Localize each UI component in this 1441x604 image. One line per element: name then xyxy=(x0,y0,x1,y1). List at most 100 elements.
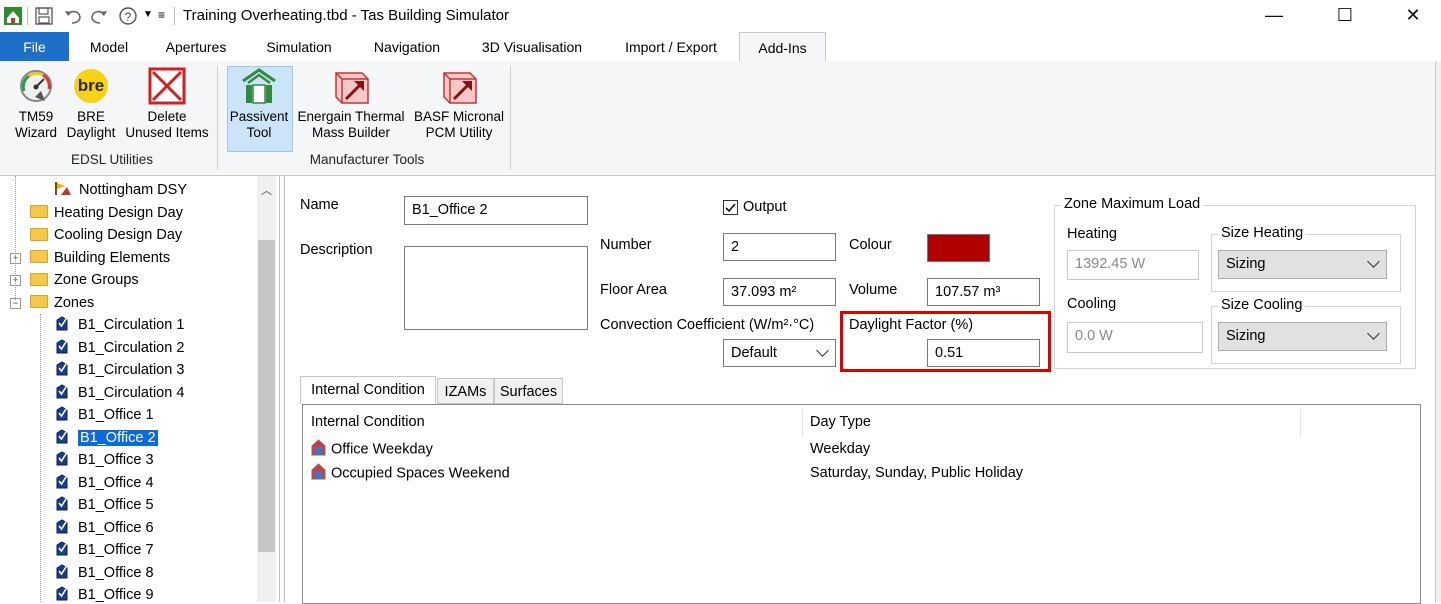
colour-label: Colour xyxy=(849,237,892,253)
tab-add-ins[interactable]: Add-Ins xyxy=(739,32,826,62)
zone-icon xyxy=(56,406,68,421)
size-cooling-label: Size Cooling xyxy=(1218,297,1306,313)
tree-item[interactable]: B1_Circulation 4 xyxy=(55,382,184,404)
output-checkbox[interactable] xyxy=(723,200,738,215)
volume-label: Volume xyxy=(849,282,898,298)
tree-item[interactable]: Nottingham DSY xyxy=(53,179,187,201)
column-header-internal-condition[interactable]: Internal Condition xyxy=(311,414,425,430)
volume-value: 107.57 m³ xyxy=(927,278,1040,306)
tree-item[interactable]: B1_Office 1 xyxy=(55,404,154,426)
tab-import-export[interactable]: Import / Export xyxy=(612,32,730,61)
close-button[interactable]: ✕ xyxy=(1390,0,1436,32)
zone-icon xyxy=(56,586,68,601)
passivent-tool-button[interactable]: Passivent Tool xyxy=(227,67,291,141)
tree-item[interactable]: Heating Design Day xyxy=(30,202,183,224)
building-tree[interactable]: Nottingham DSY Heating Design Day Cooling … xyxy=(0,176,280,602)
bre-daylight-button[interactable]: bre BRE Daylight xyxy=(62,67,120,141)
tree-item[interactable]: Zone Groups xyxy=(30,269,139,291)
tree-item[interactable]: B1_Office 6 xyxy=(55,517,154,539)
name-input[interactable]: B1_Office 2 xyxy=(404,196,588,225)
tree-scroll-thumb[interactable] xyxy=(258,240,275,552)
size-cooling-select[interactable]: Sizing xyxy=(1218,322,1387,351)
tree-item-label: B1_Circulation 2 xyxy=(78,339,185,356)
tab-navigation[interactable]: Navigation xyxy=(362,32,452,61)
tree-item-label: B1_Circulation 3 xyxy=(78,362,185,378)
bre-line1: BRE xyxy=(77,109,105,124)
zone-icon xyxy=(56,564,68,579)
tab-file[interactable]: File xyxy=(0,32,69,61)
tree-item[interactable]: B1_Office 9 xyxy=(55,584,154,602)
number-label: Number xyxy=(600,237,652,253)
delete-unused-items-button[interactable]: Delete Unused Items xyxy=(120,67,214,141)
convection-coefficient-select[interactable]: Default xyxy=(723,339,836,367)
tree-item[interactable]: B1_Office 8 xyxy=(55,562,154,584)
description-textarea[interactable] xyxy=(404,246,588,330)
tree-item[interactable]: B1_Circulation 3 xyxy=(55,359,184,381)
colour-swatch[interactable] xyxy=(927,234,990,262)
cooling-value: 0.0 W xyxy=(1067,322,1203,353)
energain-thermal-mass-builder-button[interactable]: Energain Thermal Mass Builder xyxy=(292,67,410,141)
gauge-icon xyxy=(20,70,52,102)
tree-item-label: Nottingham DSY xyxy=(79,182,187,198)
daylight-factor-input[interactable]: 0.51 xyxy=(927,339,1040,367)
svg-text:?: ? xyxy=(125,10,132,24)
title-bar: ? ▼ ≡ Training Overheating.tbd - Tas Bui… xyxy=(0,0,1441,32)
convection-value: Default xyxy=(731,345,777,361)
tab-internal-condition[interactable]: Internal Condition xyxy=(300,376,436,404)
tree-item[interactable]: B1_Office 7 xyxy=(55,539,154,561)
size-heating-select[interactable]: Sizing xyxy=(1218,250,1387,279)
tree-item[interactable]: B1_Office 3 xyxy=(55,449,154,471)
tree-item-label: B1_Circulation 4 xyxy=(78,384,185,401)
tree-item[interactable]: B1_Office 2 xyxy=(55,427,158,449)
tree-item-label: Building Elements xyxy=(54,249,171,266)
save-icon[interactable] xyxy=(35,7,53,25)
tree-item[interactable]: Zones xyxy=(30,292,94,314)
tree-item-label: Cooling Design Day xyxy=(54,227,183,243)
zone-icon xyxy=(56,496,68,511)
chevron-down-icon xyxy=(1367,327,1380,340)
tab-izams[interactable]: IZAMs xyxy=(437,378,494,404)
tree-item[interactable]: B1_Circulation 1 xyxy=(55,314,184,336)
tab-apertures[interactable]: Apertures xyxy=(156,32,236,61)
size-cooling-value: Sizing xyxy=(1226,328,1266,344)
tab-surfaces[interactable]: Surfaces xyxy=(494,378,563,404)
ic-name: Office Weekday xyxy=(331,441,433,458)
tree-item[interactable]: B1_Office 5 xyxy=(55,494,154,516)
tree-item-label: B1_Office 4 xyxy=(78,474,154,491)
number-input[interactable]: 2 xyxy=(723,233,836,261)
size-heating-value: Sizing xyxy=(1226,256,1266,272)
undo-icon[interactable] xyxy=(63,7,83,25)
passivent-line1: Passivent xyxy=(229,109,289,124)
minimize-button[interactable]: — xyxy=(1251,0,1297,32)
table-row[interactable]: Occupied Spaces Weekend xyxy=(311,463,510,482)
redo-icon[interactable] xyxy=(89,7,109,25)
internal-condition-icon xyxy=(311,439,326,456)
convection-coefficient-label: Convection Coefficient (W/m²·°C) xyxy=(600,317,815,333)
help-icon[interactable]: ? xyxy=(118,6,138,26)
tree-item[interactable]: Building Elements xyxy=(30,247,170,269)
column-header-day-type[interactable]: Day Type xyxy=(810,414,871,430)
table-row[interactable]: Office Weekday xyxy=(311,439,433,458)
tab-model[interactable]: Model xyxy=(78,32,140,61)
tm59-wizard-button[interactable]: TM59 Wizard xyxy=(6,67,66,141)
tree-item-label: B1_Office 6 xyxy=(78,519,154,536)
app-icon[interactable] xyxy=(3,6,23,26)
tree-item[interactable]: B1_Office 4 xyxy=(55,472,154,494)
ribbon-panel: TM59 Wizard bre BRE Daylight Delete Unus… xyxy=(0,61,1435,176)
tree-item-label: B1_Circulation 1 xyxy=(78,317,185,333)
ic-day-type: Saturday, Sunday, Public Holiday xyxy=(810,465,1024,481)
internal-condition-list[interactable]: Internal Condition Day Type Office Weekd… xyxy=(302,404,1421,604)
manufacturer-tools-group-label: Manufacturer Tools xyxy=(309,152,425,167)
tab-3d-visualisation[interactable]: 3D Visualisation xyxy=(470,32,594,61)
description-label: Description xyxy=(300,242,373,258)
customize-toolbar-icon[interactable]: ≡ xyxy=(158,8,165,22)
dropdown-arrow-icon[interactable]: ▼ xyxy=(143,9,153,20)
basf-line2: PCM Utility xyxy=(425,125,493,140)
basf-micronal-pcm-utility-button[interactable]: BASF Micronal PCM Utility xyxy=(410,67,508,141)
tab-simulation[interactable]: Simulation xyxy=(256,32,342,61)
tree-item[interactable]: B1_Circulation 2 xyxy=(55,337,184,359)
tree-item[interactable]: Cooling Design Day xyxy=(30,224,182,246)
scroll-up-icon[interactable]: ︿ xyxy=(261,182,272,198)
maximize-button[interactable]: ☐ xyxy=(1322,0,1368,32)
folder-icon xyxy=(30,295,48,309)
